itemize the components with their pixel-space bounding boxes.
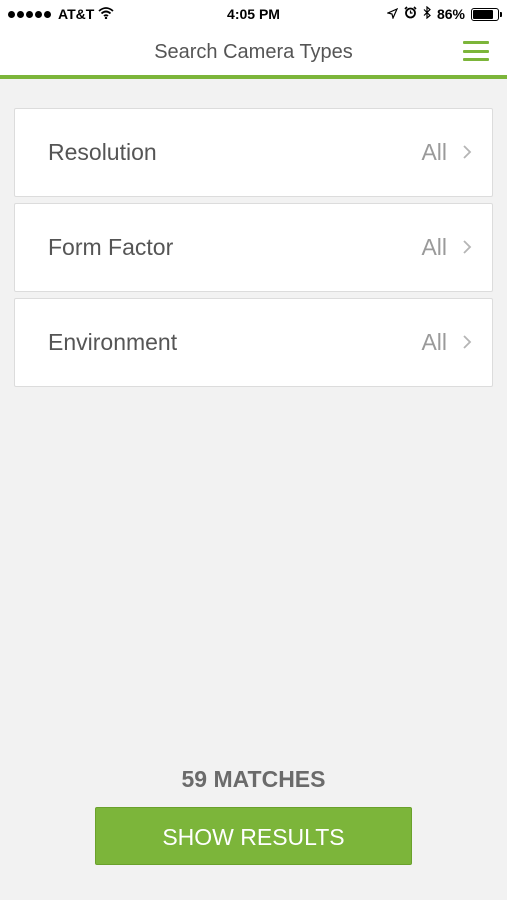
status-bar: AT&T 4:05 PM 86%	[0, 0, 507, 28]
wifi-icon	[98, 6, 114, 22]
carrier-label: AT&T	[58, 6, 95, 22]
filter-row-form-factor[interactable]: Form Factor All	[14, 203, 493, 292]
chevron-right-icon	[463, 240, 472, 254]
chevron-right-icon	[463, 335, 472, 349]
location-icon	[386, 6, 399, 22]
nav-bar: Search Camera Types	[0, 28, 507, 75]
filter-value: All	[421, 329, 447, 355]
hamburger-menu-icon[interactable]	[463, 41, 489, 61]
filter-label: Form Factor	[48, 234, 174, 260]
signal-dots-icon	[8, 10, 51, 18]
filter-row-environment[interactable]: Environment All	[14, 298, 493, 387]
filter-label: Resolution	[48, 139, 157, 165]
filter-row-resolution[interactable]: Resolution All	[14, 108, 493, 197]
match-count: 59 MATCHES	[181, 766, 326, 792]
filter-label: Environment	[48, 329, 178, 355]
app-screen: AT&T 4:05 PM 86% Search Camera Types Res…	[0, 0, 507, 900]
filter-list: Resolution All Form Factor All Environme…	[14, 108, 493, 393]
chevron-right-icon	[463, 145, 472, 159]
battery-fill	[473, 9, 494, 19]
status-right: 86%	[386, 5, 502, 22]
page-title: Search Camera Types	[154, 41, 353, 63]
bluetooth-icon	[423, 5, 431, 22]
filter-value: All	[421, 139, 447, 165]
battery-percent: 86%	[436, 6, 465, 22]
alarm-icon	[404, 6, 417, 22]
nav-accent-divider	[0, 75, 507, 79]
status-left: AT&T	[8, 6, 114, 22]
battery-icon	[471, 7, 502, 21]
filter-value: All	[421, 234, 447, 260]
show-results-button[interactable]: SHOW RESULTS	[95, 807, 412, 865]
